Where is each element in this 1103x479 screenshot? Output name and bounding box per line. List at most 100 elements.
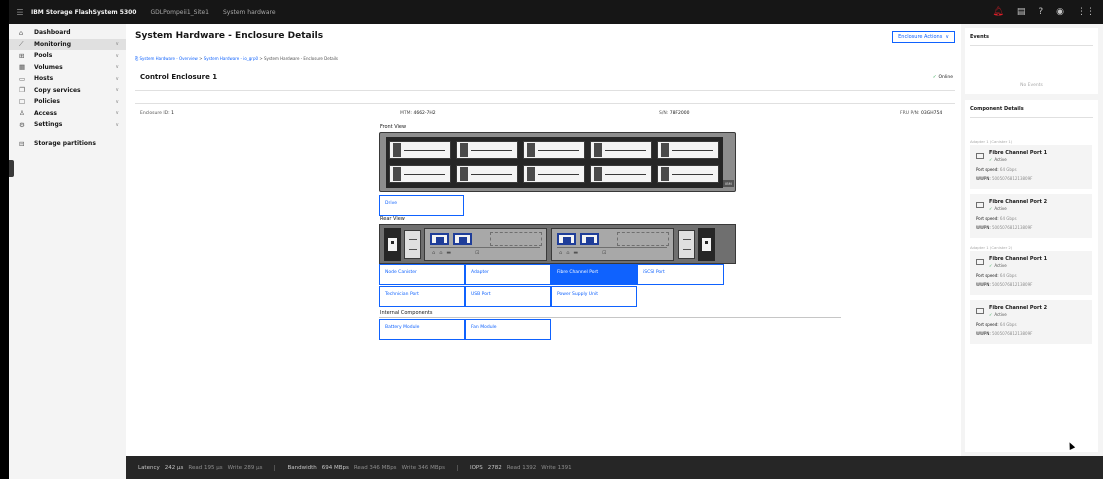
user-icon[interactable]: ◉ [1056,7,1064,17]
empty-adapter-slot[interactable] [617,232,669,246]
menu-icon[interactable]: ☰ [9,8,31,17]
divider [135,103,955,104]
port-card[interactable]: Fibre Channel Port 2 ✓ Active Port speed:… [970,194,1092,238]
nav-policies[interactable]: ☐ Policies ∨ [9,96,126,108]
clipboard-icon[interactable]: ▤ [1017,7,1026,17]
node-canister-1[interactable]: ⌂ ⌂ ▬ ⊡ [424,228,547,261]
drive-slot[interactable] [657,141,719,159]
product-name[interactable]: IBM Storage FlashSystem 5300 [31,9,136,16]
sn-label: S/N: [659,111,669,116]
ethernet-port-icon[interactable]: ⌂ [439,250,442,256]
access-icon: ♙ [19,109,25,118]
node-canister-2[interactable]: ⌂ ⌂ ▬ ⊡ [551,228,674,261]
chevron-down-icon: ∨ [115,121,119,128]
port-card[interactable]: Fibre Channel Port 2 ✓ Active Port speed:… [970,300,1092,344]
port-status-text: Active [994,157,1007,162]
port-card[interactable]: Fibre Channel Port 1 ✓ Active Port speed:… [970,251,1092,295]
port-wwpn-label: WWPN: [976,282,991,287]
port-speed: Port speed: 64 Gbps [976,167,1017,172]
ethernet-port-icon[interactable]: ⌂ [566,250,569,256]
system-name[interactable]: GDLPompeii1_Site1 [150,9,209,16]
usb-port-icon[interactable]: ▬ [446,250,451,256]
technician-port-icon[interactable]: ⊡ [602,250,606,256]
fan-module[interactable] [678,230,695,259]
nav-label: Settings [34,121,63,129]
technician-port-button[interactable]: Technician Port [379,286,465,307]
drive-slot[interactable] [389,165,451,183]
sn-value: 78F2000 [669,111,690,116]
nav-copy-services[interactable]: ❐ Copy services ∨ [9,85,126,97]
help-icon[interactable]: ? [1038,7,1043,17]
port-name: Fibre Channel Port 1 [989,256,1048,262]
battery-module-button[interactable]: Battery Module [379,319,465,340]
drive-slot[interactable] [456,165,518,183]
nav-settings[interactable]: ⚙ Settings ∨ [9,119,126,131]
breadcrumb-link[interactable]: System Hardware - io_grp0 [204,56,258,61]
nav-access[interactable]: ♙ Access ∨ [9,108,126,120]
nav-storage-partitions[interactable]: ⊟ Storage partitions [9,137,126,151]
drive-slot[interactable] [523,165,585,183]
checkmark-icon: ✓ [989,312,993,317]
front-enclosure-image[interactable]: IBM [379,132,736,192]
adapter-group-label: Adapter 1 (Canister 1) [970,139,1013,144]
nav-label: Access [34,109,57,117]
power-supply-unit-button[interactable]: Power Supply Unit [551,286,637,307]
rear-enclosure-image[interactable]: ⌂ ⌂ ▬ ⊡ ⌂ ⌂ ▬ ⊡ [379,224,736,264]
latency-group: Latency 242 µs Read 195 µs Write 289 µs [138,464,276,471]
nav-dashboard[interactable]: ⌂ Dashboard [9,27,126,39]
performance-status-bar[interactable]: Latency 242 µs Read 195 µs Write 289 µs … [126,456,1103,479]
fibre-channel-port[interactable] [430,233,449,245]
fibre-channel-port[interactable] [557,233,576,245]
enclosure-actions-button[interactable]: Enclosure Actions ∨ [892,31,955,43]
ethernet-port-icon[interactable]: ⌂ [559,250,562,256]
iops-read: Read 1392 [506,464,537,471]
app-switcher-icon[interactable]: ⋮⋮ [1077,7,1095,17]
iscsi-port-button[interactable]: iSCSI Port [637,264,724,285]
drive-slot[interactable] [590,165,652,183]
breadcrumb-link[interactable]: System Hardware - Overview [139,56,197,61]
port-card[interactable]: Fibre Channel Port 1 ✓ Active Port speed:… [970,145,1092,189]
fibre-channel-port[interactable] [580,233,599,245]
nav-volumes[interactable]: ▦ Volumes ∨ [9,62,126,74]
nav-hosts[interactable]: ▭ Hosts ∨ [9,73,126,85]
drive-slot[interactable] [389,141,451,159]
adapter-button[interactable]: Adapter [465,264,551,285]
fibre-channel-port[interactable] [453,233,472,245]
mtm-value: 4662-7H2 [413,111,436,116]
copy-services-icon: ❐ [19,86,25,95]
port-wwpn-label: WWPN: [976,225,991,230]
sidebar-toggle-handle[interactable] [9,160,14,177]
port-speed-value: 64 Gbps [999,322,1017,327]
breadcrumb-current: System Hardware - Enclosure Details [263,56,339,61]
fan-module-button[interactable]: Fan Module [465,319,551,340]
enclosure-id: Enclosure ID: 1 [140,111,174,116]
internal-components-label: Internal Components [380,310,433,316]
settings-icon: ⚙ [19,120,25,129]
empty-adapter-slot[interactable] [490,232,542,246]
nav-label: Dashboard [34,29,71,37]
drive-button[interactable]: Drive [379,195,464,216]
port-icon [976,202,984,208]
nav-pools[interactable]: ⊞ Pools ∨ [9,50,126,62]
technician-port-icon[interactable]: ⊡ [475,250,479,256]
chevron-down-icon: ∨ [115,41,119,48]
canister-ports: ⌂ ⌂ ▬ ⊡ [430,247,540,257]
component-details-title: Component Details [970,106,1024,112]
drive-slot[interactable] [657,165,719,183]
drive-slot[interactable] [590,141,652,159]
ethernet-port-icon[interactable]: ⌂ [432,250,435,256]
usb-port-button[interactable]: USB Port [465,286,551,307]
node-canister-button[interactable]: Node Canister [379,264,465,285]
adapter-group-label: Adapter 1 (Canister 2) [970,245,1013,250]
power-supply-unit[interactable] [698,228,715,261]
fan-module[interactable] [404,230,421,259]
drive-slot[interactable] [456,141,518,159]
usb-port-icon[interactable]: ▬ [573,250,578,256]
port-status-text: Active [994,263,1007,268]
notification-icon[interactable]: 🔔︎ [992,7,1003,17]
power-supply-unit[interactable] [384,228,401,261]
port-wwpn-value: 500507681213809F [991,225,1033,230]
nav-monitoring[interactable]: ⟋ Monitoring ∨ [9,38,126,50]
drive-slot[interactable] [523,141,585,159]
fibre-channel-port-button[interactable]: Fibre Channel Port [551,264,637,285]
